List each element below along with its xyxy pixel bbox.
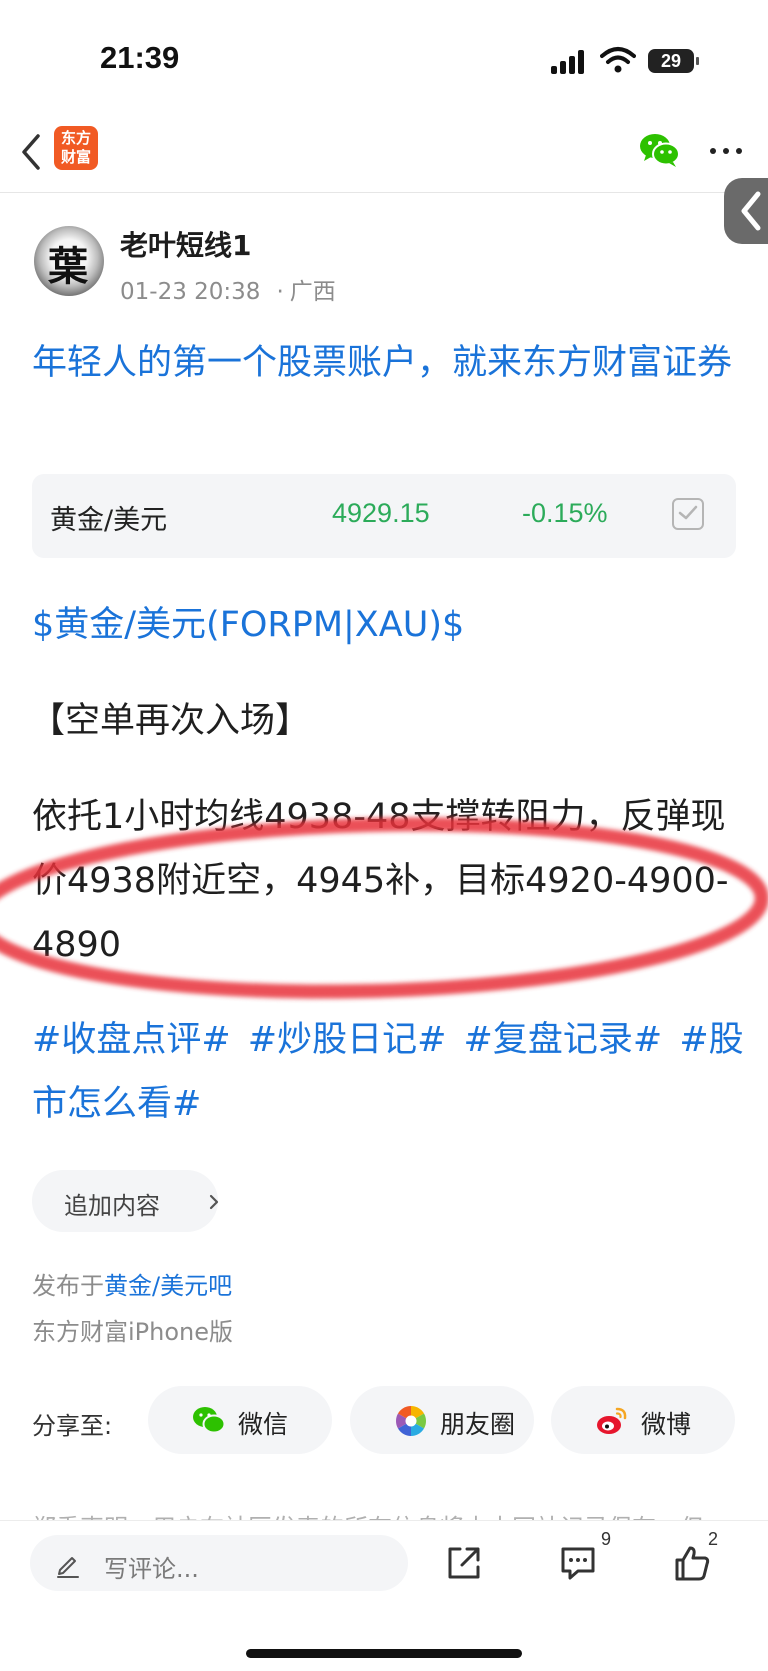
app-logo[interactable]: 东方 财富	[54, 126, 98, 170]
quote-change: -0.15%	[522, 498, 608, 528]
quote-name: 黄金/美元	[50, 505, 168, 536]
status-time: 21:39	[100, 40, 180, 75]
author-meta: 01-23 20:38 · 广西	[120, 272, 336, 306]
device-source: 东方财富iPhone版	[32, 1318, 234, 1346]
author-name[interactable]: 老叶短线1	[120, 224, 251, 264]
avatar-glyph: 葉	[48, 243, 88, 290]
like-count: 2	[708, 1529, 719, 1549]
share-moments-label: 朋友圈	[440, 1410, 516, 1439]
comment-count: 9	[601, 1529, 612, 1549]
forum-link[interactable]: 黄金/美元吧	[104, 1272, 232, 1300]
post-body: 依托1小时均线4938-48支撑转阻力，反弹现价4938附近空，4945补，目标…	[32, 797, 729, 965]
share-out-icon[interactable]	[444, 1543, 484, 1583]
post-heading: 【空单再次入场】	[30, 701, 311, 741]
more-options-button[interactable]	[710, 148, 744, 156]
published-prefix: 发布于	[32, 1272, 104, 1300]
nav-bar: 东方 财富	[0, 120, 768, 193]
status-bar: 21:39 29	[0, 0, 768, 120]
share-weibo-button[interactable]: 微博	[551, 1386, 735, 1454]
stock-link[interactable]: $黄金/美元(FORPM|XAU)$	[32, 596, 464, 647]
like-thumb-icon[interactable]	[672, 1543, 712, 1583]
quote-card[interactable]: 黄金/美元 4929.15 -0.15%	[32, 474, 736, 558]
check-icon	[678, 505, 698, 520]
share-weibo-label: 微博	[641, 1410, 692, 1439]
ad-title-link[interactable]: 年轻人的第一个股票账户，就来东方财富证券	[32, 336, 742, 390]
author-avatar[interactable]: 葉	[34, 226, 104, 296]
wifi-icon	[600, 47, 636, 73]
published-in: 发布于黄金/美元吧	[32, 1266, 232, 1301]
wechat-icon	[193, 1407, 226, 1434]
share-wechat-button[interactable]: 微信	[148, 1386, 332, 1454]
logo-text-bottom: 财富	[60, 148, 91, 166]
add-watchlist-checkbox[interactable]	[672, 498, 704, 530]
wechat-share-icon[interactable]	[638, 130, 682, 170]
battery-indicator: 29	[648, 49, 699, 73]
chevron-right-icon	[209, 1194, 219, 1210]
comment-input[interactable]: 写评论...	[30, 1535, 408, 1591]
home-indicator	[246, 1649, 522, 1658]
comment-placeholder: 写评论...	[104, 1555, 199, 1583]
side-drawer-tab[interactable]	[724, 178, 768, 244]
add-content-button[interactable]: 追加内容	[32, 1170, 219, 1232]
back-chevron-icon[interactable]	[14, 130, 50, 174]
logo-text-top: 东方	[60, 129, 91, 147]
quote-price: 4929.15	[332, 498, 430, 528]
comment-icon[interactable]	[558, 1543, 598, 1583]
moments-icon	[395, 1406, 427, 1436]
meta-separator: ·	[276, 279, 284, 305]
share-label: 分享至:	[32, 1412, 113, 1440]
cellular-signal-icon	[551, 50, 589, 74]
bottom-action-bar: 写评论... 9 2	[0, 1520, 768, 1671]
weibo-icon	[597, 1407, 627, 1434]
share-moments-button[interactable]: 朋友圈	[350, 1386, 534, 1454]
topic-tags[interactable]: #收盘点评# #炒股日记# #复盘记录# #股市怎么看#	[32, 1008, 744, 1136]
pencil-icon	[57, 1557, 79, 1578]
share-wechat-label: 微信	[238, 1410, 289, 1439]
post-timestamp: 01-23 20:38	[120, 279, 261, 305]
post-location: 广西	[289, 279, 336, 305]
chevron-left-icon	[741, 191, 761, 231]
add-content-label: 追加内容	[64, 1192, 160, 1220]
